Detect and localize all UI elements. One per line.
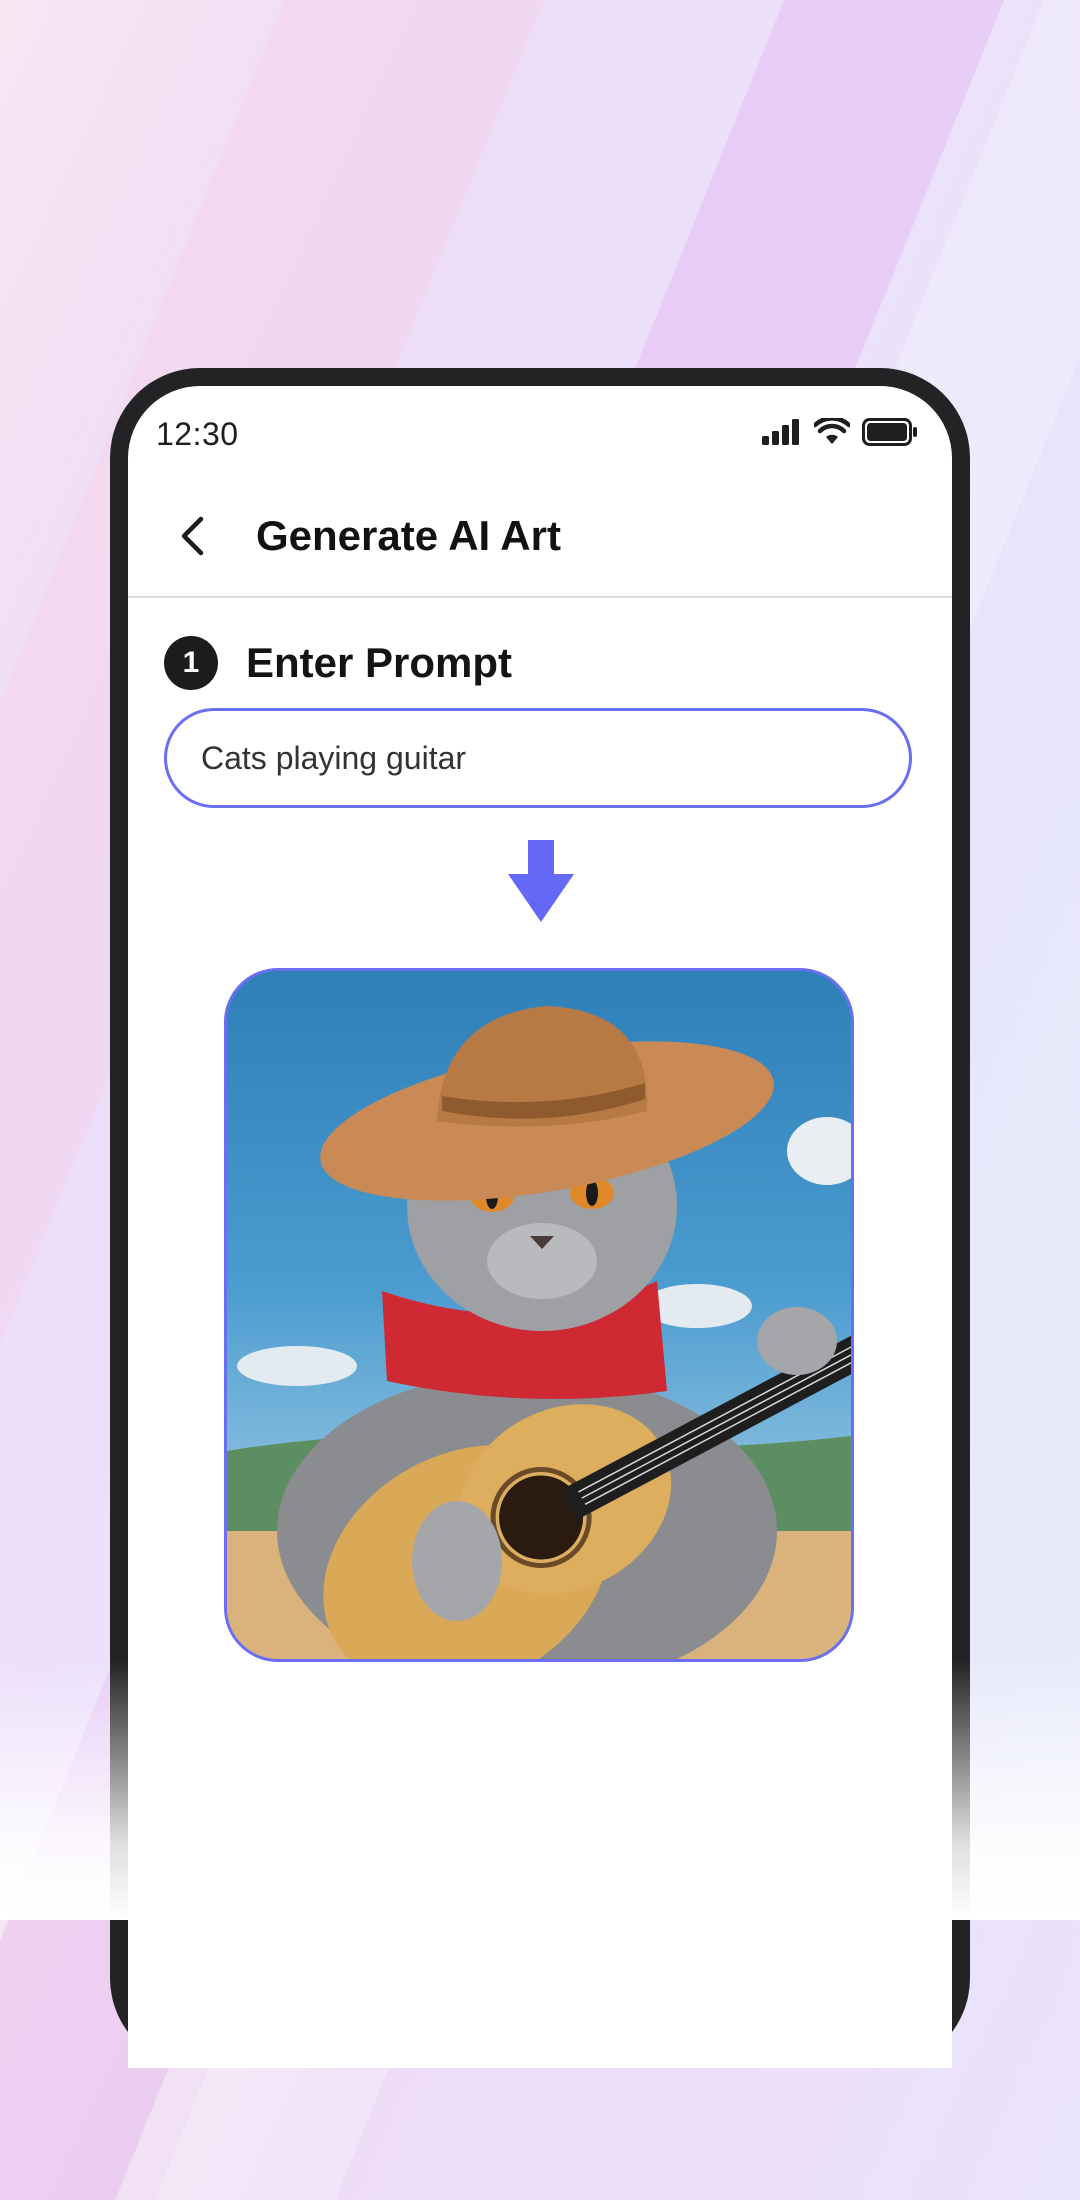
step-heading: 1 Enter Prompt	[164, 636, 512, 690]
signal-icon	[762, 419, 799, 445]
arrow-down-icon	[508, 840, 574, 922]
generated-art-image[interactable]	[224, 968, 854, 1662]
step-title: Enter Prompt	[246, 639, 513, 686]
cat-with-guitar-illustration	[227, 1006, 851, 1659]
bottom-fade	[0, 1660, 1080, 1920]
status-time: 12:30	[156, 416, 239, 452]
chevron-left-icon	[181, 516, 204, 556]
page-title: Generate AI Art	[256, 512, 561, 559]
status-icons	[762, 418, 918, 446]
wifi-icon	[814, 418, 850, 444]
app-header: Generate AI Art	[128, 476, 952, 598]
battery-icon	[862, 418, 917, 446]
step-number-badge: 1	[164, 636, 218, 690]
back-button[interactable]	[166, 510, 218, 562]
status-bar: 12:30	[128, 386, 952, 466]
prompt-input[interactable]	[164, 708, 912, 808]
